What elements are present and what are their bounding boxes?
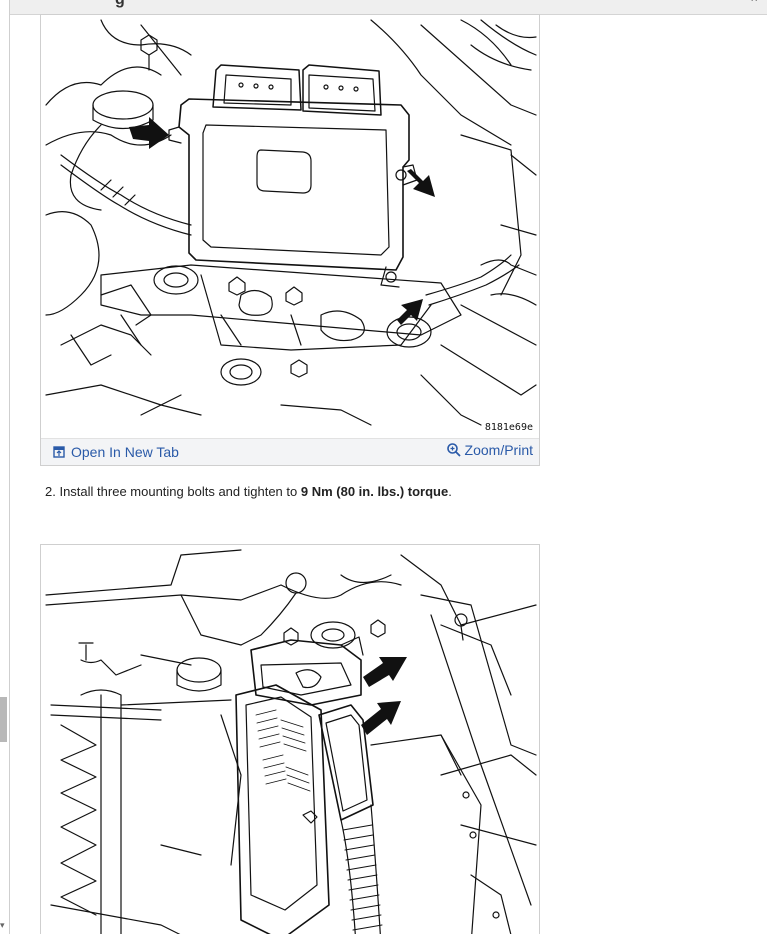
step-torque-spec: 9 Nm (80 in. lbs.) torque [300, 484, 449, 499]
figure-ecm-connectors [40, 544, 540, 934]
figure-ecm-mounting: 8181e69e Open In New Tab Zoom/Print [40, 14, 540, 466]
left-margin-rule [9, 0, 10, 934]
zoom-magnifier-icon [446, 443, 461, 457]
section-title: g [115, 0, 125, 9]
ecm-connector-line-drawing [45, 549, 537, 934]
step-text-end: . [448, 484, 452, 499]
ecm-line-drawing [45, 19, 537, 426]
step-number: 2. [45, 484, 56, 499]
page: g ^ ▾ [0, 0, 767, 934]
callout-arrow-icon [361, 657, 407, 735]
scrollbar-thumb[interactable] [0, 697, 7, 742]
section-header-bar: g ^ [10, 0, 767, 15]
zoom-print-link[interactable]: Zoom/Print [446, 442, 533, 458]
open-in-new-tab-label[interactable]: Open In New Tab [71, 444, 179, 460]
step-2-instruction: 2. Install three mounting bolts and tigh… [45, 484, 452, 499]
open-in-new-tab-link[interactable]: Open In New Tab [53, 444, 179, 460]
step-text: Install three mounting bolts and tighten… [59, 484, 298, 499]
figure-footer: Open In New Tab Zoom/Print [41, 438, 539, 465]
figure-code: 8181e69e [484, 422, 533, 433]
zoom-print-label[interactable]: Zoom/Print [465, 442, 533, 458]
open-in-new-tab-icon [53, 446, 65, 458]
scroll-arrow-icon[interactable]: ▾ [0, 920, 5, 931]
collapse-chevron-icon[interactable]: ^ [751, 0, 757, 8]
